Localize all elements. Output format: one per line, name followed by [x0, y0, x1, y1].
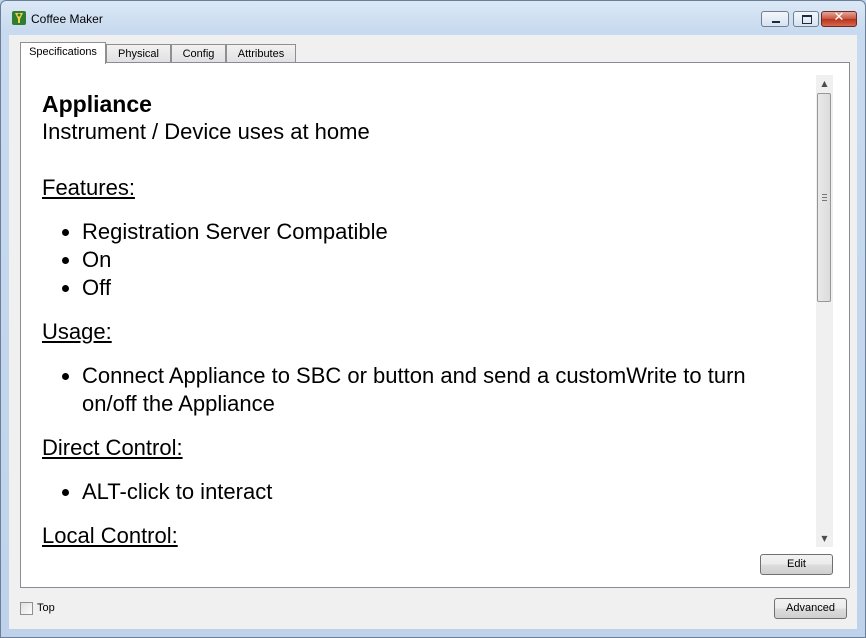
top-checkbox[interactable]: [20, 602, 33, 615]
direct-control-heading: Direct Control:: [42, 435, 183, 460]
tab-specifications[interactable]: Specifications: [20, 42, 106, 64]
window-client-area: Specifications Physical Config Attribute…: [9, 35, 857, 629]
title-bar[interactable]: Coffee Maker ✕: [1, 1, 865, 35]
vertical-scrollbar[interactable]: ▲ ▼: [816, 75, 833, 547]
edit-button[interactable]: Edit: [760, 554, 833, 575]
minimize-icon: [772, 21, 780, 23]
window-title: Coffee Maker: [31, 12, 103, 26]
tab-attributes[interactable]: Attributes: [226, 44, 296, 63]
maximize-icon: [802, 15, 812, 24]
device-heading: Appliance: [42, 91, 152, 117]
feature-item: Registration Server Compatible: [82, 218, 782, 246]
direct-control-list: ALT-click to interact: [42, 478, 782, 506]
coffee-maker-window: Coffee Maker ✕ Specifications Physical C…: [0, 0, 866, 638]
features-list: Registration Server Compatible On Off: [42, 218, 782, 302]
tab-config[interactable]: Config: [171, 44, 226, 63]
scroll-down-icon[interactable]: ▼: [816, 530, 833, 547]
usage-item: Connect Appliance to SBC or button and s…: [82, 362, 782, 418]
maximize-button[interactable]: [793, 11, 819, 27]
close-icon: ✕: [833, 10, 845, 25]
top-checkbox-label[interactable]: Top: [37, 602, 55, 615]
close-button[interactable]: ✕: [821, 10, 857, 27]
usage-heading: Usage:: [42, 319, 112, 344]
local-control-heading: Local Control:: [42, 523, 178, 548]
specification-viewer: Appliance Instrument / Device uses at ho…: [22, 64, 818, 548]
scrollbar-thumb[interactable]: [817, 93, 831, 302]
scroll-up-icon[interactable]: ▲: [816, 75, 833, 92]
minimize-button[interactable]: [761, 11, 789, 27]
tab-physical[interactable]: Physical: [106, 44, 171, 63]
specifications-panel: Appliance Instrument / Device uses at ho…: [20, 62, 850, 588]
usage-list: Connect Appliance to SBC or button and s…: [42, 362, 782, 418]
features-heading: Features:: [42, 175, 135, 200]
advanced-button[interactable]: Advanced: [774, 598, 847, 619]
feature-item: Off: [82, 274, 782, 302]
direct-control-item: ALT-click to interact: [82, 478, 782, 506]
device-subtitle: Instrument / Device uses at home: [42, 119, 370, 144]
feature-item: On: [82, 246, 782, 274]
specification-document: Appliance Instrument / Device uses at ho…: [42, 90, 782, 548]
coffee-maker-app-icon: [12, 11, 26, 25]
grip-icon: [822, 194, 827, 201]
